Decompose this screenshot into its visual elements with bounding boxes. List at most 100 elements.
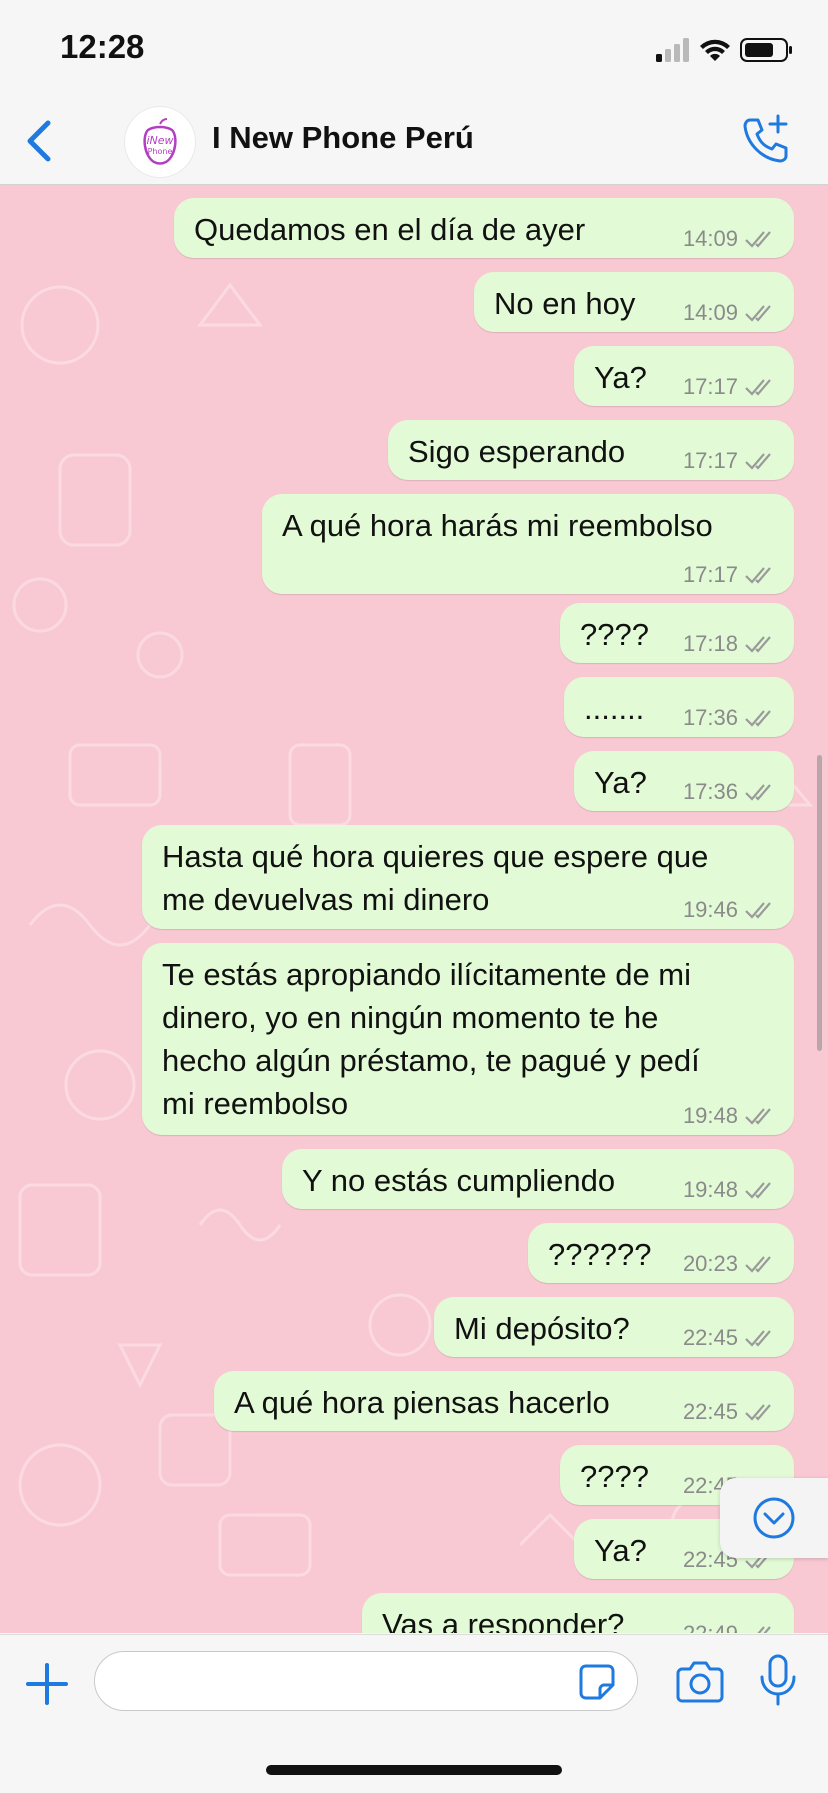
message-text: Quedamos en el día de ayer: [194, 212, 586, 247]
chevron-down-icon: [753, 1497, 795, 1539]
message-time: 19:46: [682, 897, 738, 922]
message-text: A qué hora piensas hacerlo: [234, 1385, 610, 1420]
message-time: 22:45: [682, 1399, 738, 1424]
message-time: 22:45: [682, 1325, 738, 1350]
double-check-icon: [745, 784, 771, 801]
message-bubble[interactable]: Hasta qué hora quieres que espere que me…: [142, 825, 794, 929]
message-meta: 14:09: [683, 302, 776, 324]
message-bubble[interactable]: Sigo esperando 17:17: [388, 420, 794, 480]
double-check-icon: [745, 1330, 771, 1347]
message-bubble[interactable]: Te estás apropiando ilícitamente de mi d…: [142, 943, 794, 1135]
message-time: 20:23: [682, 1251, 738, 1276]
message-bubble[interactable]: Mi depósito? 22:45: [434, 1297, 794, 1357]
camera-icon: [676, 1661, 724, 1703]
message-bubble[interactable]: No en hoy 14:09: [474, 272, 794, 332]
message-text: Ya?: [594, 765, 647, 800]
message-meta: 17:17: [683, 450, 776, 472]
double-check-icon: [745, 1404, 771, 1421]
message-bubble[interactable]: ???? 17:18: [560, 603, 794, 663]
double-check-icon: [745, 453, 771, 470]
message-meta: 14:09: [683, 228, 776, 250]
message-text: ????: [580, 1459, 649, 1494]
message-time: 17:17: [682, 448, 738, 473]
message-text: Mi depósito?: [454, 1311, 630, 1346]
message-bubble[interactable]: Y no estás cumpliendo 19:48: [282, 1149, 794, 1209]
message-meta: 19:48: [683, 1179, 776, 1201]
back-button[interactable]: [22, 118, 56, 164]
message-text: Te estás apropiando ilícitamente de mi d…: [162, 957, 700, 1121]
home-indicator: [266, 1765, 562, 1775]
message-time: 17:18: [682, 631, 738, 656]
status-bar: 12:28: [0, 0, 828, 96]
message-bubble[interactable]: ....... 17:36: [564, 677, 794, 737]
attach-button[interactable]: [24, 1661, 70, 1707]
microphone-icon: [760, 1654, 796, 1706]
message-text: No en hoy: [494, 286, 636, 321]
chat-header: iNew Phone I New Phone Perú: [0, 96, 828, 185]
message-meta: 17:18: [683, 633, 776, 655]
message-bubble[interactable]: ?????? 20:23: [528, 1223, 794, 1283]
message-text: ????: [580, 617, 649, 652]
message-bubble[interactable]: Quedamos en el día de ayer 14:09: [174, 198, 794, 258]
message-composer: [0, 1634, 828, 1793]
message-meta: 17:17: [683, 376, 776, 398]
message-meta: 22:49: [683, 1623, 776, 1633]
svg-text:Phone: Phone: [148, 147, 173, 156]
double-check-icon: [757, 1626, 771, 1633]
contact-name[interactable]: I New Phone Perú: [212, 120, 474, 156]
message-text: Ya?: [594, 1533, 647, 1568]
wifi-icon: [700, 39, 730, 61]
contact-logo: iNew Phone: [143, 118, 177, 165]
battery-icon: [740, 38, 792, 62]
message-time: 17:36: [682, 779, 738, 804]
message-meta: 22:45: [683, 1327, 776, 1349]
message-text: .......: [584, 691, 645, 726]
scroll-to-bottom-button[interactable]: [720, 1478, 828, 1558]
message-bubble[interactable]: A qué hora harás mi reembolso 17:17: [262, 494, 794, 594]
message-text: ??????: [548, 1237, 652, 1272]
message-text: Ya?: [594, 360, 647, 395]
message-bubble[interactable]: A qué hora piensas hacerlo 22:45: [214, 1371, 794, 1431]
contact-avatar[interactable]: iNew Phone: [124, 106, 196, 178]
message-time: 19:48: [682, 1103, 738, 1128]
message-meta: 19:48: [683, 1105, 776, 1127]
message-time: 17:17: [682, 562, 738, 587]
double-check-icon: [745, 231, 771, 248]
scrollbar[interactable]: [817, 755, 822, 1051]
message-bubble[interactable]: Vas a responder? 22:49: [362, 1593, 794, 1633]
message-meta: 17:36: [683, 707, 776, 729]
message-text: Hasta qué hora quieres que espere que me…: [162, 839, 709, 917]
message-bubble[interactable]: Ya? 17:36: [574, 751, 794, 811]
message-time: 14:09: [682, 226, 738, 251]
message-text: Y no estás cumpliendo: [302, 1163, 616, 1198]
message-input[interactable]: [94, 1651, 638, 1711]
status-icons: [656, 38, 792, 62]
chevron-left-icon: [27, 120, 51, 162]
message-time: 17:17: [682, 374, 738, 399]
svg-text:iNew: iNew: [146, 134, 173, 147]
double-check-icon: [745, 305, 771, 322]
cellular-signal-icon: [656, 38, 689, 62]
status-time: 12:28: [60, 28, 145, 65]
double-check-icon: [745, 902, 771, 919]
double-check-icon: [745, 636, 771, 653]
message-meta: 17:17: [683, 564, 776, 586]
add-call-button[interactable]: [740, 114, 792, 166]
plus-icon: [26, 1663, 68, 1705]
message-time: 22:49: [683, 1623, 738, 1634]
sticker-button[interactable]: [578, 1663, 616, 1701]
double-check-icon: [745, 1108, 771, 1125]
message-bubble[interactable]: Ya? 17:17: [574, 346, 794, 406]
double-check-icon: [745, 1256, 771, 1273]
message-meta: 17:36: [683, 781, 776, 803]
chat-messages-area[interactable]: Quedamos en el día de ayer 14:09 No en h…: [0, 185, 828, 1633]
message-text: A qué hora harás mi reembolso: [282, 508, 713, 543]
microphone-button[interactable]: [758, 1653, 798, 1707]
message-time: 19:48: [682, 1177, 738, 1202]
message-meta: 22:45: [683, 1401, 776, 1423]
message-time: 14:09: [682, 300, 738, 325]
message-text: Vas a responder?: [382, 1607, 625, 1633]
double-check-icon: [745, 567, 771, 584]
camera-button[interactable]: [676, 1659, 724, 1703]
double-check-icon: [745, 1182, 771, 1199]
